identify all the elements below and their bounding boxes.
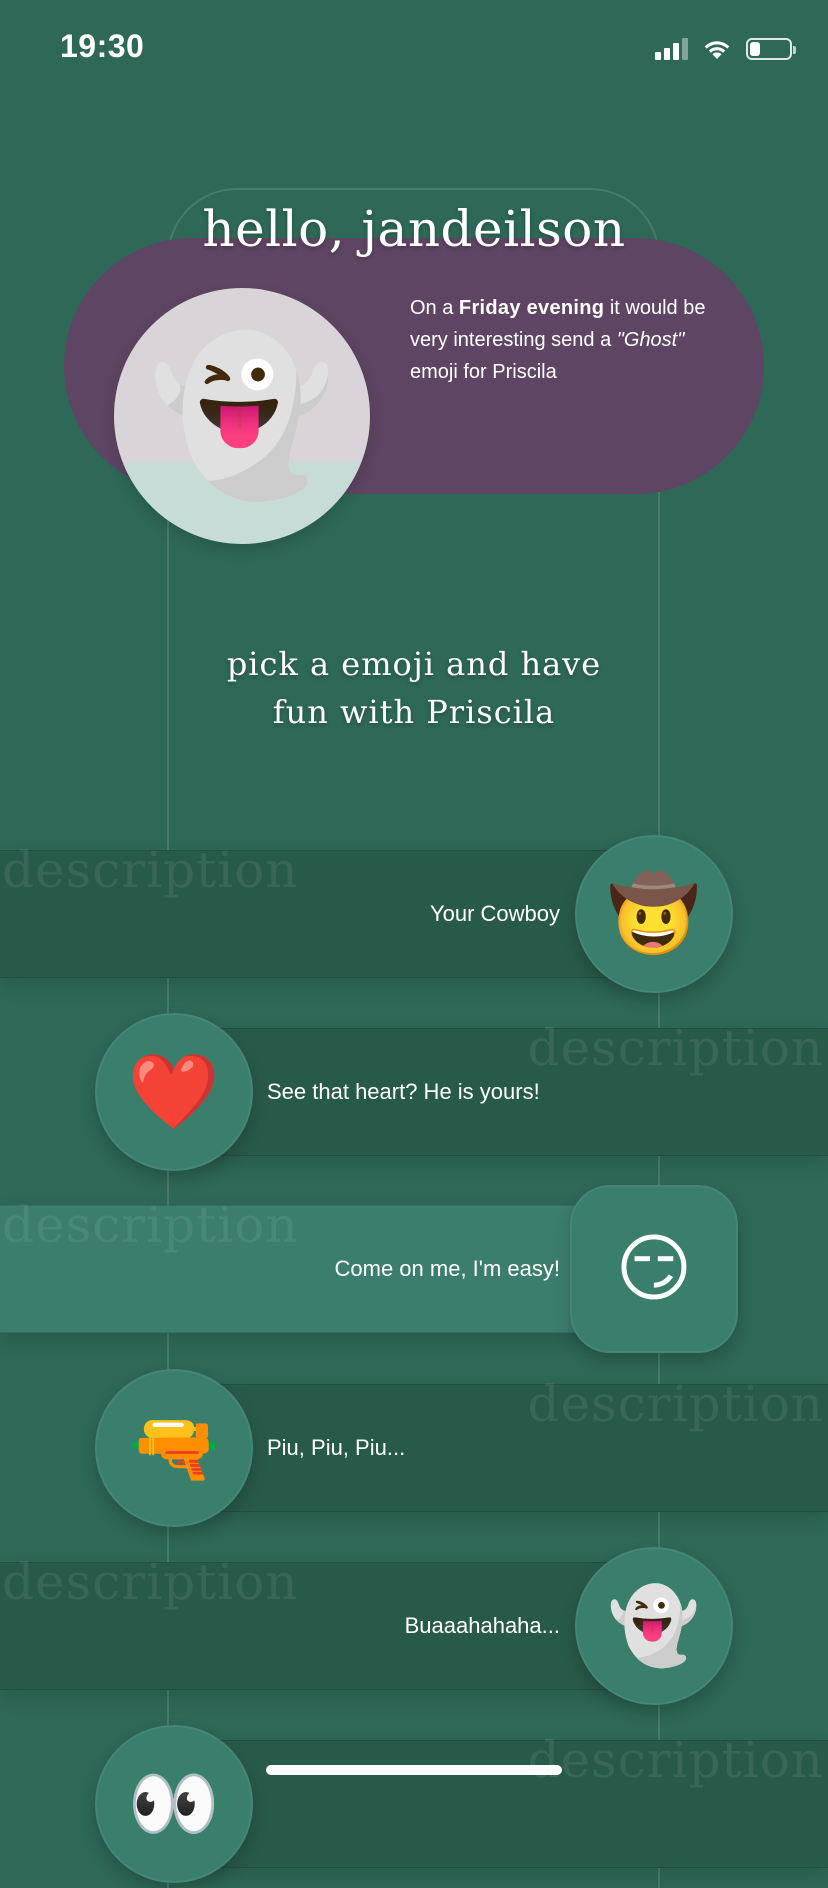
suggestion-emoji-name: "Ghost" xyxy=(616,329,685,351)
battery-level xyxy=(750,42,760,56)
water-pistol-emoji-icon[interactable]: 🔫 xyxy=(95,1369,253,1527)
row-label: Buaaahahaha... xyxy=(404,1613,560,1638)
emoji-row-smirk[interactable]: description Come on me, I'm easy! xyxy=(0,1196,640,1333)
home-indicator[interactable] xyxy=(266,1765,562,1775)
row-watermark: description xyxy=(2,1196,299,1254)
smirk-emoji-icon[interactable]: 😏 xyxy=(570,1185,738,1353)
suggestion-text-prefix: On a xyxy=(410,297,459,319)
row-watermark: description xyxy=(2,1553,299,1611)
row-watermark: description xyxy=(527,1731,824,1789)
row-label: Come on me, I'm easy! xyxy=(334,1256,561,1281)
status-icons xyxy=(655,34,796,64)
row-label: Piu, Piu, Piu... xyxy=(267,1435,406,1460)
emoji-row-cowboy[interactable]: description Your Cowboy xyxy=(0,841,640,978)
wifi-icon xyxy=(704,41,730,59)
emoji-row-eyes[interactable]: description xyxy=(190,1731,828,1868)
heart-emoji-icon[interactable]: ❤️ xyxy=(95,1013,253,1171)
row-watermark: description xyxy=(527,1375,824,1433)
row-label: See that heart? He is yours! xyxy=(267,1079,540,1104)
ghost-emoji-icon[interactable]: 👻 xyxy=(575,1547,733,1705)
suggestion-text: On a Friday evening it would be very int… xyxy=(410,292,730,388)
cowboy-emoji-icon[interactable]: 🤠 xyxy=(575,835,733,993)
emoji-row-water-pistol[interactable]: description Piu, Piu, Piu... xyxy=(190,1375,828,1512)
suggestion-text-suffix: emoji for Priscila xyxy=(410,361,557,383)
pick-heading-line-2: fun with Priscila xyxy=(272,693,556,731)
app-screen: { "status_bar": { "time": "19:30", "sign… xyxy=(0,0,828,1888)
suggested-emoji-ghost-icon[interactable]: 👻 xyxy=(114,288,370,544)
emoji-row-ghost[interactable]: description Buaaahahaha... xyxy=(0,1553,640,1690)
suggestion-day: Friday evening xyxy=(458,297,605,319)
pick-emoji-heading: pick a emoji and have fun with Priscila xyxy=(0,640,828,736)
eyes-emoji-icon[interactable]: 👀 xyxy=(95,1725,253,1883)
row-watermark: description xyxy=(527,1019,824,1077)
status-time: 19:30 xyxy=(60,28,145,64)
row-label: Your Cowboy xyxy=(429,901,560,926)
pick-heading-line-1: pick a emoji and have xyxy=(226,645,602,683)
battery-icon xyxy=(746,38,796,60)
cellular-signal-icon xyxy=(655,38,688,60)
row-watermark: description xyxy=(2,841,299,899)
emoji-row-heart[interactable]: description See that heart? He is yours! xyxy=(190,1019,828,1156)
status-bar: 19:30 xyxy=(0,0,828,100)
greeting-title: hello, jandeilson xyxy=(202,200,626,258)
